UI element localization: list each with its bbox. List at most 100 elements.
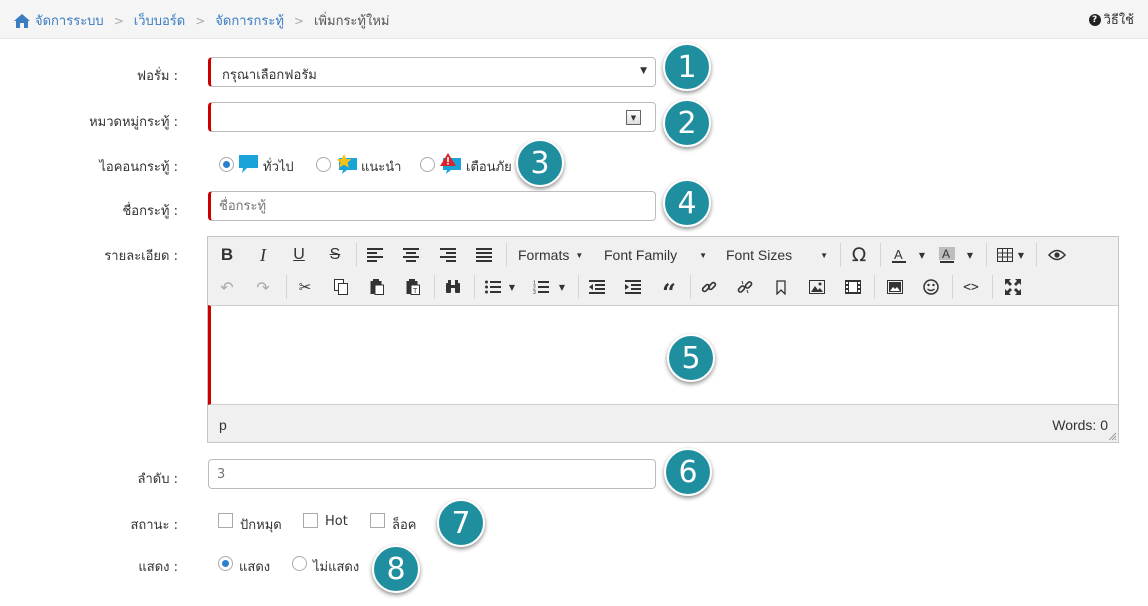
italic-icon[interactable]: I xyxy=(252,245,274,265)
star-bubble-icon xyxy=(336,154,357,174)
caret-down-icon[interactable]: ▼ xyxy=(554,277,570,297)
icon-radio-general[interactable] xyxy=(219,157,234,172)
forum-select-value: กรุณาเลือกฟอรัม xyxy=(222,68,317,83)
show-radio-visible[interactable] xyxy=(218,556,233,571)
text-color-icon[interactable]: A xyxy=(888,245,910,265)
icon-option-warning: เตือนภัย xyxy=(466,160,512,175)
unlink-icon[interactable] xyxy=(734,277,756,297)
table-icon[interactable] xyxy=(994,245,1016,265)
outdent-icon[interactable] xyxy=(586,277,608,297)
source-code-icon[interactable]: <> xyxy=(960,277,982,297)
svg-text:A: A xyxy=(894,247,903,262)
caret-down-icon[interactable]: ▼ xyxy=(912,245,932,265)
help-label: วิธีใช้ xyxy=(1103,13,1134,28)
rich-text-editor: B I U S Formats ▼ Font Family ▼ Font Sizes… xyxy=(207,236,1119,443)
hot-checkbox[interactable] xyxy=(303,513,318,528)
image-icon[interactable] xyxy=(806,277,828,297)
callout-4: 4 xyxy=(663,179,711,227)
show-option-visible: แสดง xyxy=(239,560,271,575)
cut-icon[interactable]: ✂ xyxy=(294,277,316,297)
font-sizes-menu-label: Font Sizes xyxy=(726,247,793,263)
caret-down-icon[interactable]: ▼ xyxy=(960,245,980,265)
help-link[interactable]: ? วิธีใช้ xyxy=(1088,9,1134,30)
icon-label: ไอคอนกระทู้ : xyxy=(99,160,178,175)
svg-text:A: A xyxy=(942,247,950,261)
strikethrough-icon[interactable]: S xyxy=(324,245,346,265)
formats-menu[interactable]: Formats ▼ xyxy=(518,245,583,265)
show-radio-hidden[interactable] xyxy=(292,556,307,571)
preview-eye-icon[interactable] xyxy=(1046,245,1068,265)
breadcrumb-link-manage-topics[interactable]: จัดการกระทู้ xyxy=(215,10,284,31)
category-select[interactable]: ▼ xyxy=(208,102,656,132)
icon-radio-recommended[interactable] xyxy=(316,157,331,172)
font-family-menu[interactable]: Font Family ▼ xyxy=(604,245,707,265)
align-center-icon[interactable] xyxy=(400,245,422,265)
lock-checkbox[interactable] xyxy=(370,513,385,528)
icon-option-general: ทั่วไป xyxy=(263,160,294,175)
resize-handle-icon[interactable] xyxy=(1107,431,1117,441)
align-justify-icon[interactable] xyxy=(473,245,495,265)
paste-text-icon[interactable]: T xyxy=(402,277,424,297)
editor-path[interactable]: p xyxy=(219,417,227,433)
bullet-list-icon[interactable] xyxy=(482,277,504,297)
align-right-icon[interactable] xyxy=(437,245,459,265)
redo-icon[interactable]: ↷ xyxy=(252,277,274,297)
hot-checkbox-label: Hot xyxy=(325,514,348,529)
callout-3: 3 xyxy=(516,139,564,187)
editor-toolbar-row-2: ↶ ↷ ✂ T ▼ 123 ▼ “ <> xyxy=(208,271,1118,307)
media-icon[interactable] xyxy=(842,277,864,297)
font-sizes-menu[interactable]: Font Sizes ▼ xyxy=(726,245,828,265)
blockquote-icon[interactable]: “ xyxy=(658,277,680,307)
callout-6: 6 xyxy=(664,448,712,496)
bookmark-icon[interactable] xyxy=(770,277,792,297)
svg-text:T: T xyxy=(413,288,418,295)
link-icon[interactable] xyxy=(698,277,720,297)
title-input[interactable] xyxy=(208,191,656,221)
align-left-icon[interactable] xyxy=(364,245,386,265)
copy-icon[interactable] xyxy=(330,277,352,297)
indent-icon[interactable] xyxy=(622,277,644,297)
category-label: หมวดหมู่กระทู้ : xyxy=(89,115,178,130)
underline-icon[interactable]: U xyxy=(288,245,310,265)
caret-down-icon[interactable]: ▼ xyxy=(1014,245,1028,265)
lock-checkbox-label: ล็อค xyxy=(392,518,417,533)
chat-bubble-icon xyxy=(239,155,258,173)
find-binoculars-icon[interactable] xyxy=(442,277,464,297)
pin-checkbox-label: ปักหมุด xyxy=(240,518,282,533)
breadcrumb-separator-icon: > xyxy=(195,13,206,28)
question-icon: ? xyxy=(1088,13,1101,26)
show-option-hidden: ไม่แสดง xyxy=(313,560,360,575)
order-input[interactable] xyxy=(208,459,656,489)
editor-toolbar-row-1: B I U S Formats ▼ Font Family ▼ Font Sizes… xyxy=(208,239,1118,271)
breadcrumb-separator-icon: > xyxy=(293,13,304,28)
bold-icon[interactable]: B xyxy=(216,245,238,265)
caret-down-icon[interactable]: ▼ xyxy=(504,277,520,297)
home-icon[interactable] xyxy=(14,13,30,28)
paste-icon[interactable] xyxy=(366,277,388,297)
chevron-down-icon: ▼ xyxy=(640,66,647,76)
emoticon-icon[interactable] xyxy=(920,277,942,297)
breadcrumb-link-webboard[interactable]: เว็บบอร์ด xyxy=(134,10,185,31)
special-character-icon[interactable]: Ω xyxy=(848,244,870,266)
callout-8: 8 xyxy=(372,545,420,593)
order-label: ลำดับ : xyxy=(137,472,178,487)
forum-select[interactable]: กรุณาเลือกฟอรัม ▼ xyxy=(208,57,656,87)
dropdown-arrow-icon[interactable]: ▼ xyxy=(626,110,641,125)
breadcrumb-separator-icon: > xyxy=(113,13,124,28)
editor-content-area[interactable] xyxy=(208,305,1118,405)
icon-option-recommended: แนะนำ xyxy=(361,160,402,175)
gallery-icon[interactable] xyxy=(884,277,906,297)
status-label: สถานะ : xyxy=(130,518,179,533)
fullscreen-icon[interactable] xyxy=(1002,277,1024,297)
undo-icon[interactable]: ↶ xyxy=(216,277,238,297)
detail-label: รายละเอียด : xyxy=(104,249,178,264)
numbered-list-icon[interactable]: 123 xyxy=(530,277,552,297)
breadcrumb-link-admin[interactable]: จัดการระบบ xyxy=(35,10,104,31)
formats-menu-label: Formats xyxy=(518,247,570,263)
title-label: ชื่อกระทู้ : xyxy=(122,204,178,219)
forum-label: ฟอรั่ม : xyxy=(136,69,178,84)
icon-radio-warning[interactable] xyxy=(420,157,435,172)
pin-checkbox[interactable] xyxy=(218,513,233,528)
breadcrumb: จัดการระบบ > เว็บบอร์ด > จัดการกระทู้ > … xyxy=(14,10,389,31)
background-color-icon[interactable]: A xyxy=(936,245,958,265)
